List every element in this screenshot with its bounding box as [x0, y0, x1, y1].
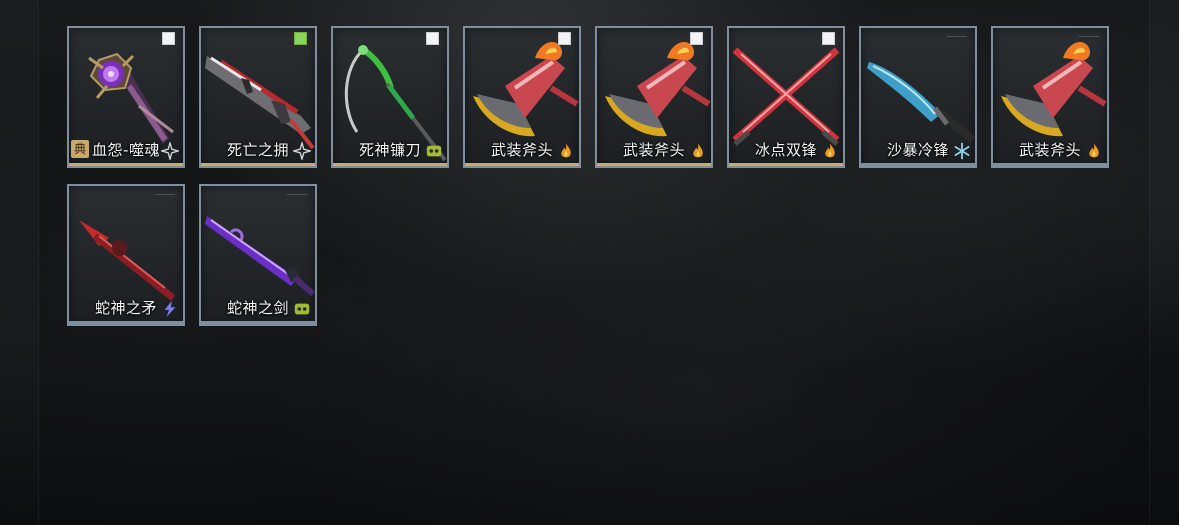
rarity-bar	[729, 163, 843, 166]
select-checkbox[interactable]	[426, 32, 439, 45]
poison-icon	[426, 145, 442, 157]
select-checkbox[interactable]	[558, 32, 571, 45]
rarity-bar	[861, 163, 975, 166]
rarity-bar	[201, 163, 315, 166]
star-icon	[293, 142, 311, 160]
weapon-card[interactable]: 武装斧头	[991, 26, 1109, 168]
select-checkbox[interactable]	[690, 32, 703, 45]
poison-icon	[294, 303, 310, 315]
ice-icon	[954, 142, 970, 160]
rarity-bar	[993, 163, 1107, 166]
weapon-card[interactable]: 武装斧头	[595, 26, 713, 168]
rarity-bar	[201, 321, 315, 324]
rarity-bar	[597, 163, 711, 166]
weapon-card[interactable]: 冰点双锋	[727, 26, 845, 168]
fire-icon	[825, 143, 835, 158]
fire-icon	[693, 143, 703, 158]
weapon-card[interactable]: 死神镰刀	[331, 26, 449, 168]
weapon-card[interactable]: 蛇神之矛	[67, 184, 185, 326]
weapon-card[interactable]: 典 血怨-噬魂	[67, 26, 185, 168]
weapon-card[interactable]: 蛇神之剑	[199, 184, 317, 326]
weapon-card[interactable]: 武装斧头	[463, 26, 581, 168]
fire-icon	[1089, 143, 1099, 158]
weapon-card[interactable]: 死亡之拥	[199, 26, 317, 168]
fire-icon	[561, 143, 571, 158]
weapon-grid: 典 血怨-噬魂 死亡之拥 死神镰刀 武装斧头 武装斧头 冰点双锋 沙暴冷锋 武装…	[0, 0, 1179, 525]
rarity-bar	[333, 163, 447, 166]
select-checkbox[interactable]	[822, 32, 835, 45]
rarity-bar	[69, 163, 183, 166]
rarity-bar	[465, 163, 579, 166]
weapon-card[interactable]: 沙暴冷锋	[859, 26, 977, 168]
select-checkbox[interactable]	[162, 32, 175, 45]
star-icon	[161, 142, 179, 160]
select-checkbox[interactable]	[294, 32, 307, 45]
rarity-bar	[69, 321, 183, 324]
lightning-icon	[164, 300, 176, 318]
